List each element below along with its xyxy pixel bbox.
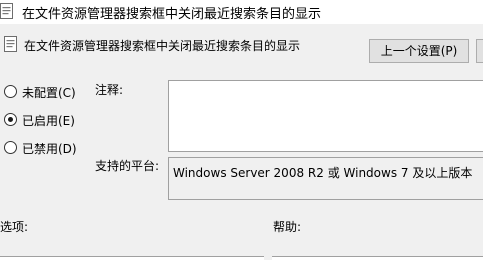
window-title: 在文件资源管理器搜索框中关闭最近搜索条目的显示 xyxy=(22,7,322,22)
radio-button[interactable] xyxy=(4,85,17,98)
previous-setting-button[interactable]: 上一个设置(P) xyxy=(369,39,469,63)
comment-label: 注释: xyxy=(95,83,124,97)
options-label: 选项: xyxy=(0,220,29,234)
radio-button[interactable] xyxy=(4,141,17,154)
title-bar: 在文件资源管理器搜索框中关闭最近搜索条目的显示 xyxy=(0,0,483,24)
supported-platform-label: 支持的平台: xyxy=(95,159,160,173)
radio-label: 已启用(E) xyxy=(22,114,75,128)
supported-platform-field: Windows Server 2008 R2 或 Windows 7 及以上版本 xyxy=(168,157,483,200)
help-label: 帮助: xyxy=(273,220,302,234)
next-setting-button[interactable] xyxy=(476,39,483,63)
comment-textarea[interactable] xyxy=(168,80,483,152)
supported-platform-value: Windows Server 2008 R2 或 Windows 7 及以上版本 xyxy=(173,166,473,180)
help-panel[interactable] xyxy=(272,256,483,260)
radio-selected-dot xyxy=(8,117,13,122)
options-panel[interactable] xyxy=(0,256,264,260)
radio-button-selected[interactable] xyxy=(4,113,17,126)
setting-name: 在文件资源管理器搜索框中关闭最近搜索条目的显示 xyxy=(24,39,301,53)
radio-label: 已禁用(D) xyxy=(22,142,77,156)
policy-document-icon xyxy=(4,36,18,52)
radio-label: 未配置(C) xyxy=(22,86,76,100)
policy-document-icon xyxy=(0,3,14,19)
